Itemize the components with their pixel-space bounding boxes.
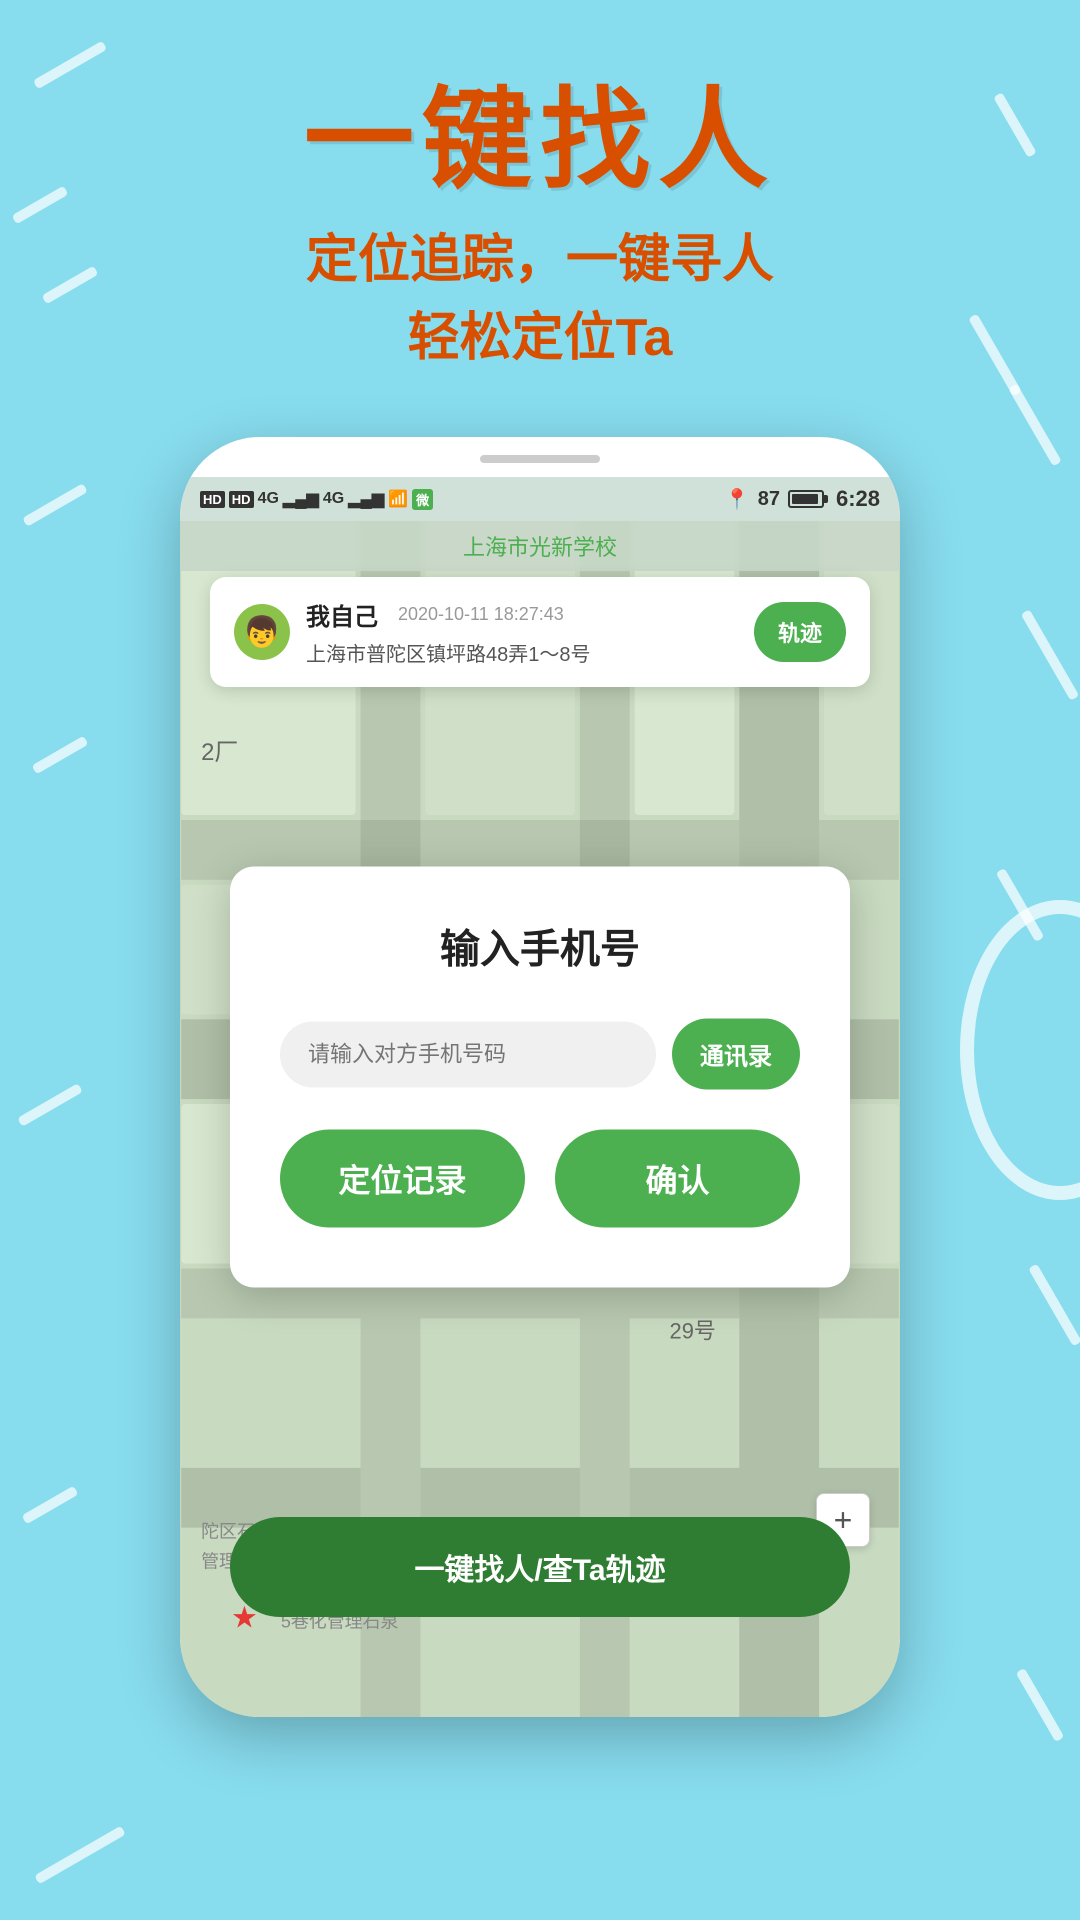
- modal-title: 输入手机号: [280, 917, 800, 975]
- network-4g2: 4G: [323, 490, 344, 508]
- subtitle-line1: 定位追踪，一键寻人: [304, 221, 776, 299]
- battery-fill: [792, 494, 818, 504]
- find-person-button[interactable]: 一键找人/查Ta轨迹: [230, 1517, 850, 1617]
- action-buttons: 定位记录 确认: [280, 1130, 800, 1228]
- svg-text:29号: 29号: [670, 1318, 716, 1343]
- hd-indicator2: HD: [229, 491, 254, 508]
- phone-mockup: HD HD 4G ▂▄▆ 4G ▂▄▆ 📶 微 📍 87 6:28 上海市光新学…: [180, 437, 900, 1717]
- user-name-row: 我自己 2020-10-11 18:27:43: [306, 597, 738, 632]
- confirm-button[interactable]: 确认: [555, 1130, 800, 1228]
- location-record-button[interactable]: 定位记录: [280, 1130, 525, 1228]
- user-timestamp: 2020-10-11 18:27:43: [398, 604, 564, 625]
- user-address: 上海市普陀区镇坪路48弄1〜8号: [306, 638, 738, 667]
- network-4g1: 4G: [258, 490, 279, 508]
- main-title: 一键找人: [304, 80, 776, 201]
- wifi-icon: 📶: [388, 489, 408, 509]
- input-row: 通讯录: [280, 1019, 800, 1090]
- location-icon: 📍: [725, 487, 750, 512]
- avatar-emoji: 👦: [243, 615, 280, 650]
- page-content: 一键找人 定位追踪，一键寻人 轻松定位Ta HD HD 4G ▂▄▆ 4G ▂▄…: [0, 0, 1080, 1717]
- signal-bars2: ▂▄▆: [348, 489, 384, 509]
- user-name: 我自己: [306, 597, 378, 632]
- signal-bars: ▂▄▆: [283, 489, 319, 509]
- trajectory-button[interactable]: 轨迹: [754, 602, 846, 662]
- contacts-button[interactable]: 通讯录: [672, 1019, 800, 1090]
- phone-number-input[interactable]: [280, 1021, 656, 1087]
- user-info-card: 👦 我自己 2020-10-11 18:27:43 上海市普陀区镇坪路48弄1〜…: [210, 577, 870, 687]
- phone-input-modal: 输入手机号 通讯录 定位记录 确认: [230, 867, 850, 1288]
- wechat-icon: 微: [412, 489, 433, 510]
- battery-percent: 87: [758, 488, 780, 511]
- svg-text:2厂: 2厂: [201, 739, 238, 766]
- map-location-label: 上海市光新学校: [463, 530, 617, 562]
- user-avatar: 👦: [234, 604, 290, 660]
- user-info-text: 我自己 2020-10-11 18:27:43 上海市普陀区镇坪路48弄1〜8号: [306, 597, 738, 667]
- status-bar: HD HD 4G ▂▄▆ 4G ▂▄▆ 📶 微 📍 87 6:28: [180, 477, 900, 521]
- subtitle: 定位追踪，一键寻人 轻松定位Ta: [304, 221, 776, 377]
- decorative-dash: [34, 1826, 126, 1885]
- map-top-bar: 上海市光新学校: [180, 521, 900, 571]
- status-bar-right: 📍 87 6:28: [725, 486, 880, 512]
- status-bar-left: HD HD 4G ▂▄▆ 4G ▂▄▆ 📶 微: [200, 489, 433, 510]
- subtitle-line2: 轻松定位Ta: [304, 299, 776, 377]
- phone-notch: [480, 455, 600, 463]
- hd-indicator: HD: [200, 491, 225, 508]
- time-display: 6:28: [836, 486, 880, 512]
- battery-icon: [788, 490, 824, 508]
- title-section: 一键找人 定位追踪，一键寻人 轻松定位Ta: [304, 80, 776, 377]
